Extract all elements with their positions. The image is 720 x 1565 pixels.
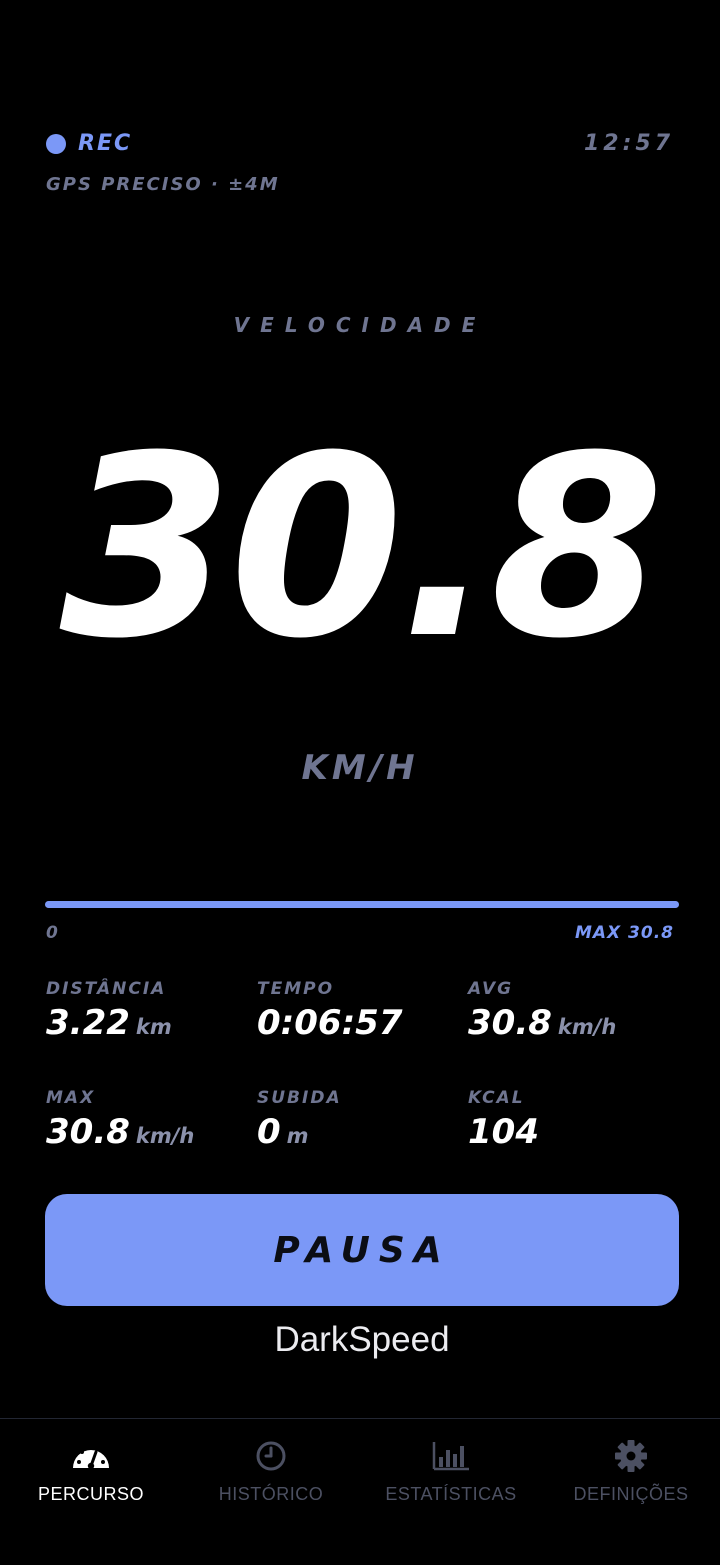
pause-button-label: PAUSA <box>273 1229 451 1271</box>
speed-progress-bar <box>45 901 679 908</box>
stat-value: 0:06:57 <box>257 1003 403 1043</box>
stat-value: 0 <box>257 1112 281 1152</box>
stat-distance: DISTÂNCIA 3.22 km <box>46 979 172 1043</box>
app-name: DarkSpeed <box>274 1320 450 1359</box>
stat-label: SUBIDA <box>257 1088 342 1108</box>
stat-value: 30.8 <box>468 1003 552 1043</box>
stat-label: DISTÂNCIA <box>46 979 167 999</box>
nav-item-historico[interactable]: HISTÓRICO <box>181 1432 361 1512</box>
nav-label: DEFINIÇÕES <box>573 1484 689 1504</box>
nav-label: PERCURSO <box>37 1484 144 1504</box>
speed-label: VELOCIDADE <box>233 313 487 337</box>
nav-item-definicoes[interactable]: DEFINIÇÕES <box>541 1432 720 1512</box>
nav-label: ESTATÍSTICAS <box>385 1484 517 1504</box>
stat-label: AVG <box>468 979 514 999</box>
stat-value-wrap: 104 <box>468 1112 539 1152</box>
bar-chart-icon <box>432 1442 469 1471</box>
stat-value-wrap: 0:06:57 <box>257 1003 402 1043</box>
gps-status: GPS PRECISO · ±4M <box>46 174 280 195</box>
progress-min-label: 0 <box>46 923 58 943</box>
nav-item-percurso[interactable]: PERCURSO <box>1 1432 181 1512</box>
stat-label: TEMPO <box>257 979 335 999</box>
stat-value-wrap: 30.8 km/h <box>468 1003 616 1043</box>
nav-item-estatisticas[interactable]: ESTATÍSTICAS <box>361 1432 541 1512</box>
pause-button[interactable]: PAUSA <box>45 1194 679 1306</box>
stat-value-wrap: 30.8 km/h <box>46 1112 194 1152</box>
stat-label: MAX <box>46 1088 96 1108</box>
speed-unit: KM/H <box>301 748 419 788</box>
stat-value: 104 <box>468 1112 539 1152</box>
clock-time: 12:57 <box>583 131 674 156</box>
stat-unit: km <box>135 1015 172 1039</box>
clock-icon <box>256 1441 286 1471</box>
speed-value: 30.8 <box>59 402 665 693</box>
recording-dot-icon <box>46 134 66 154</box>
stat-unit: m <box>286 1124 309 1148</box>
stat-value-wrap: 3.22 km <box>46 1003 172 1043</box>
recording-label: REC <box>78 131 133 156</box>
progress-max-label: MAX 30.8 <box>574 923 674 943</box>
stat-value-wrap: 0m <box>257 1112 342 1152</box>
stat-label: KCAL <box>468 1088 525 1108</box>
nav-label: HISTÓRICO <box>218 1484 324 1504</box>
speedometer-icon <box>73 1446 109 1470</box>
stat-unit: km/h <box>135 1124 195 1148</box>
stat-kcal: KCAL 104 <box>468 1088 539 1152</box>
stat-value: 3.22 <box>46 1003 130 1043</box>
nav-divider <box>0 1418 720 1419</box>
stat-max: MAX 30.8 km/h <box>46 1088 194 1152</box>
stat-climb: SUBIDA 0m <box>257 1088 342 1152</box>
stat-unit: km/h <box>557 1015 617 1039</box>
stat-time: TEMPO 0:06:57 <box>257 979 402 1043</box>
stat-average: AVG 30.8 km/h <box>468 979 616 1043</box>
gear-icon <box>615 1440 647 1472</box>
stat-value: 30.8 <box>46 1112 130 1152</box>
speed-progress-fill <box>45 901 679 908</box>
